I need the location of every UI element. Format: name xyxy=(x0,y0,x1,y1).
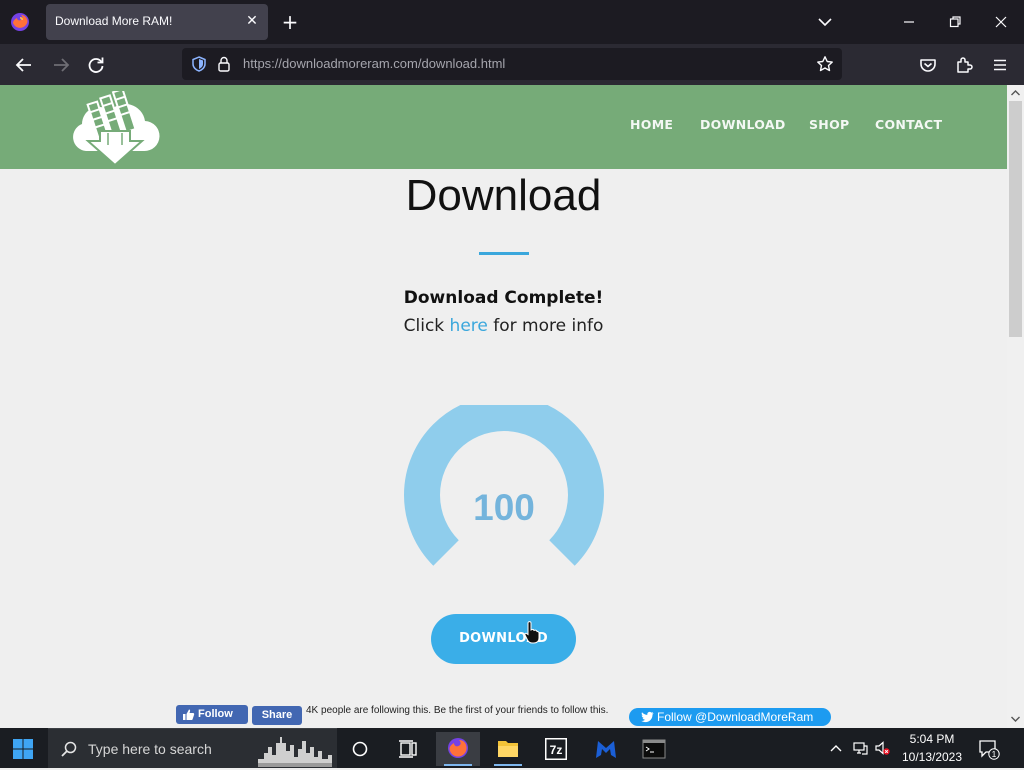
browser-tab-bar: Download More RAM! ✕ + xyxy=(0,0,1024,44)
forward-icon[interactable] xyxy=(50,54,72,76)
close-window-icon[interactable] xyxy=(989,10,1013,34)
show-hidden-icons-chevron-icon[interactable] xyxy=(828,740,844,756)
folder-icon xyxy=(498,741,518,757)
volume-muted-icon[interactable] xyxy=(874,740,890,756)
url-host: https://downloadmoreram.com xyxy=(243,56,418,71)
extensions-puzzle-icon[interactable] xyxy=(953,54,975,76)
firefox-icon[interactable] xyxy=(10,12,30,32)
download-button[interactable]: DOWNLOAD xyxy=(431,614,576,664)
info-suffix: for more info xyxy=(487,316,604,336)
malwarebytes-icon[interactable] xyxy=(584,732,628,766)
menu-hamburger-icon[interactable] xyxy=(989,54,1011,76)
scroll-down-icon[interactable] xyxy=(1010,714,1021,724)
taskbar-search-box[interactable]: Type here to search xyxy=(48,728,337,768)
twitter-follow-label: Follow @DownloadMoreRam xyxy=(657,710,814,724)
title-divider xyxy=(479,252,529,255)
taskbar-file-explorer[interactable] xyxy=(486,732,530,766)
running-app-indicator xyxy=(494,764,522,766)
close-tab-icon[interactable]: ✕ xyxy=(244,13,260,29)
facebook-share-button[interactable]: Share xyxy=(252,706,302,725)
info-prefix: Click xyxy=(403,316,450,336)
url-path: /download.html xyxy=(417,56,506,71)
social-widgets: Follow Share 4K people are following thi… xyxy=(0,703,1007,728)
thumbs-up-icon xyxy=(183,709,195,720)
search-icon xyxy=(61,741,77,757)
facebook-followers-text: 4K people are following this. Be the fir… xyxy=(306,705,609,716)
bookmark-star-icon[interactable] xyxy=(816,55,834,73)
7zip-icon[interactable]: 7z xyxy=(534,732,578,766)
taskbar-clock-time[interactable]: 5:04 PM xyxy=(900,732,964,746)
facebook-follow-button[interactable]: Follow xyxy=(176,705,248,724)
scroll-up-icon[interactable] xyxy=(1010,88,1021,98)
tab-title: Download More RAM! xyxy=(55,14,173,28)
action-center-notification-icon[interactable]: 1 xyxy=(978,738,1000,760)
tab-download-more-ram[interactable]: Download More RAM! ✕ xyxy=(46,4,268,40)
notification-count: 1 xyxy=(992,749,997,759)
network-icon[interactable] xyxy=(852,740,868,756)
back-icon[interactable] xyxy=(13,54,35,76)
windows-taskbar: Type here to search 7z 5:04 PM 10/13/202… xyxy=(0,728,1024,768)
active-app-indicator xyxy=(444,764,472,766)
scrollbar-thumb[interactable] xyxy=(1009,101,1022,337)
site-header: HOME DOWNLOAD SHOP CONTACT xyxy=(0,85,1007,169)
taskbar-clock-date[interactable]: 10/13/2023 xyxy=(896,750,968,764)
nav-contact[interactable]: CONTACT xyxy=(875,117,942,132)
taskbar-search-placeholder: Type here to search xyxy=(88,741,212,757)
facebook-follow-label: Follow xyxy=(198,708,233,720)
web-page: HOME DOWNLOAD SHOP CONTACT Download Down… xyxy=(0,85,1007,728)
twitter-follow-button[interactable]: Follow @DownloadMoreRam xyxy=(629,708,831,726)
nav-shop[interactable]: SHOP xyxy=(809,117,849,132)
nav-home[interactable]: HOME xyxy=(630,117,673,132)
new-tab-button[interactable]: + xyxy=(280,12,300,32)
browser-nav-bar: https://downloadmoreram.com/download.htm… xyxy=(0,44,1024,85)
task-view-icon[interactable] xyxy=(386,732,430,766)
reload-icon[interactable] xyxy=(85,54,107,76)
list-all-tabs-icon[interactable] xyxy=(816,14,834,30)
lock-icon[interactable] xyxy=(216,55,232,73)
address-bar[interactable]: https://downloadmoreram.com/download.htm… xyxy=(182,48,842,80)
pocket-icon[interactable] xyxy=(917,54,939,76)
tracking-protection-shield-icon[interactable] xyxy=(190,55,208,73)
svg-text:7z: 7z xyxy=(550,743,563,757)
page-title: Download xyxy=(405,171,602,220)
progress-gauge-value: 100 xyxy=(473,487,535,528)
search-highlight-skyline-icon xyxy=(258,737,332,767)
cortana-icon[interactable] xyxy=(338,732,382,766)
terminal-icon[interactable] xyxy=(632,732,676,766)
url-text: https://downloadmoreram.com/download.htm… xyxy=(243,56,505,71)
hand-pointer-cursor-icon xyxy=(524,621,540,644)
progress-gauge-arc xyxy=(404,405,604,566)
download-complete-heading: Download Complete! xyxy=(403,288,604,308)
download-ram-logo-icon[interactable] xyxy=(70,91,160,166)
windows-start-icon[interactable] xyxy=(12,738,34,760)
twitter-bird-icon xyxy=(641,711,654,723)
minimize-icon[interactable] xyxy=(897,10,921,34)
page-scrollbar[interactable] xyxy=(1007,85,1024,728)
nav-download[interactable]: DOWNLOAD xyxy=(700,117,786,132)
restore-icon[interactable] xyxy=(943,10,967,34)
taskbar-firefox-icon xyxy=(448,738,468,758)
more-info-link[interactable]: here xyxy=(450,316,488,336)
more-info-text: Click here for more info xyxy=(0,316,1007,336)
taskbar-firefox[interactable] xyxy=(436,732,480,766)
